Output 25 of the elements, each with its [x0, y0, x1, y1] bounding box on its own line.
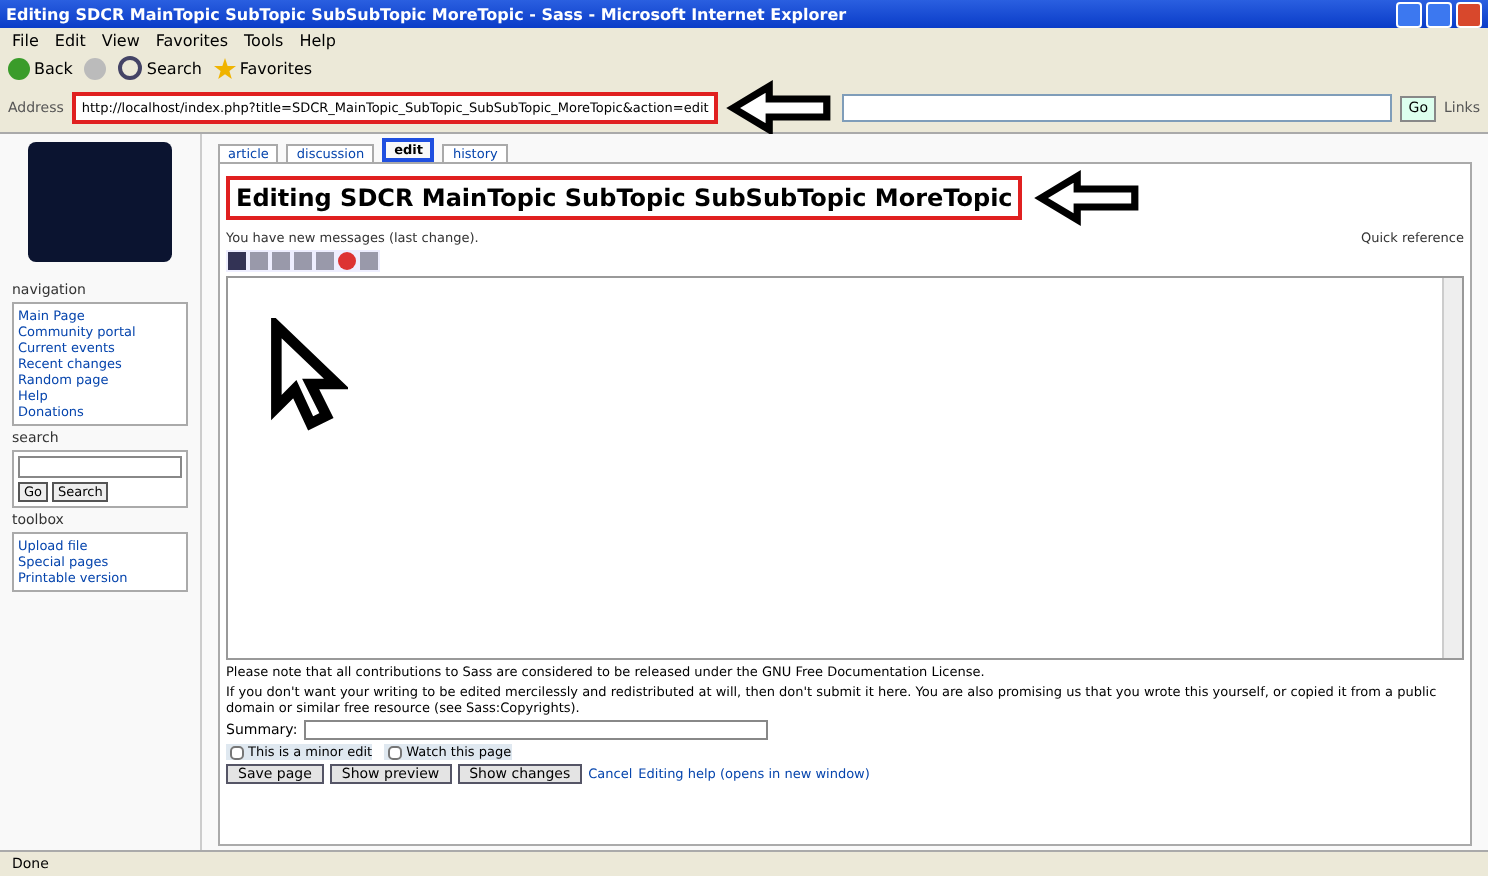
menu-item[interactable]: View	[101, 31, 140, 49]
forward-button[interactable]	[84, 57, 107, 79]
menu-item[interactable]: Favorites	[155, 31, 229, 49]
search-field[interactable]	[18, 456, 182, 478]
option-checkbox[interactable]	[388, 745, 403, 759]
search-button[interactable]: Search	[118, 56, 202, 80]
minimize-button[interactable]	[1396, 1, 1422, 27]
summary-field[interactable]	[303, 720, 768, 740]
address-dropdown[interactable]	[842, 94, 1393, 122]
mouse-cursor-icon	[268, 318, 348, 434]
close-button[interactable]	[1456, 1, 1482, 27]
page-heading: Editing SDCR MainTopic SubTopic SubSubTopic MoreTopic	[226, 176, 1023, 220]
menu-item[interactable]: Help	[299, 31, 336, 49]
window-title: Editing SDCR MainTopic SubTopic SubSubTopic MoreTopic - Sass - Microsoft Internet Explorer	[6, 5, 847, 23]
menu-item[interactable]: Edit	[54, 31, 86, 49]
edit-text-area[interactable]	[226, 276, 1464, 660]
option-checkbox[interactable]	[230, 745, 244, 759]
star-icon	[213, 57, 236, 79]
menu-item[interactable]: Tools	[244, 31, 284, 49]
scroll-bar[interactable]	[1442, 278, 1462, 658]
back-button[interactable]: Back	[8, 57, 73, 79]
menu-item[interactable]: File	[12, 31, 39, 49]
maximize-button[interactable]	[1426, 1, 1452, 27]
favorites-button[interactable]: Favorites	[213, 57, 313, 79]
pointing-arrow-icon	[1034, 170, 1143, 226]
